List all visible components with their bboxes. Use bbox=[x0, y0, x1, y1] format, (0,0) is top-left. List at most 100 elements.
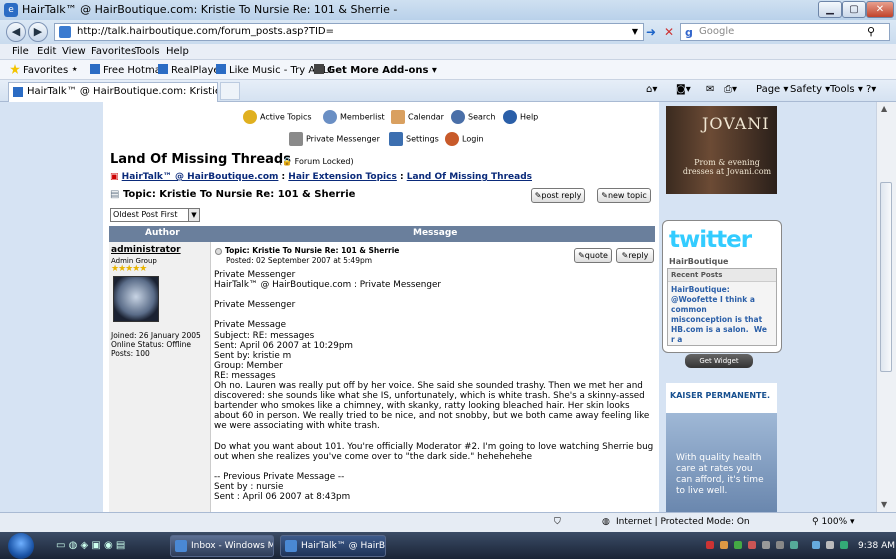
start-button[interactable] bbox=[8, 533, 34, 559]
kaiser-ad[interactable]: KAISER PERMANENTE. With quality health c… bbox=[666, 383, 777, 512]
fav-hotmail[interactable]: Free Hotmail bbox=[90, 64, 166, 76]
zoom-control[interactable]: ⚲ 100% ▾ bbox=[812, 517, 855, 527]
fav-addons[interactable]: Get More Add-ons ▾ bbox=[314, 64, 437, 76]
page-menu[interactable]: Page ▾ bbox=[756, 84, 788, 95]
taskbar-label: HairTalk™ @ HairBo... bbox=[301, 541, 386, 551]
print-icon[interactable]: ⎙▾ bbox=[724, 84, 737, 95]
forward-button[interactable]: ▶ bbox=[28, 22, 48, 42]
feeds-icon[interactable]: ◙▾ bbox=[676, 84, 691, 95]
quote-button[interactable]: ✎quote bbox=[574, 248, 612, 263]
add-favorite-icon[interactable]: ⭑ bbox=[72, 64, 77, 75]
new-topic-label: new topic bbox=[607, 191, 647, 200]
network-icon[interactable] bbox=[812, 541, 820, 549]
new-topic-button[interactable]: ✎new topic bbox=[597, 188, 651, 203]
vertical-scrollbar[interactable]: ▲ ▼ bbox=[876, 102, 896, 512]
nav-calendar[interactable]: Calendar bbox=[391, 110, 444, 124]
tweet-text[interactable]: HairBoutique: @Woofette I think a common… bbox=[671, 285, 769, 345]
help-icon bbox=[503, 110, 517, 124]
menu-file[interactable]: File bbox=[12, 46, 29, 57]
login-icon bbox=[445, 132, 459, 146]
favorites-label: Favorites bbox=[23, 65, 69, 76]
minimize-button[interactable]: ▁ bbox=[818, 1, 842, 18]
reply-label: reply bbox=[628, 251, 649, 260]
safety-menu[interactable]: Safety ▾ bbox=[790, 84, 830, 95]
scroll-up-icon[interactable]: ▲ bbox=[881, 104, 887, 113]
avatar bbox=[113, 276, 159, 322]
active-topics-icon bbox=[243, 110, 257, 124]
scroll-thumb[interactable] bbox=[880, 182, 892, 372]
scroll-down-icon[interactable]: ▼ bbox=[881, 500, 887, 509]
stop-icon[interactable]: ✕ bbox=[660, 23, 678, 41]
search-icon[interactable]: ⚲ bbox=[862, 23, 880, 41]
taskbar-windows-mail[interactable]: Inbox - Windows Mail bbox=[170, 535, 274, 557]
menu-edit[interactable]: Edit bbox=[37, 46, 56, 57]
nav-label: Memberlist bbox=[340, 112, 385, 122]
search-placeholder: Google bbox=[699, 26, 735, 37]
tab-label: HairTalk™ @ HairBoutique.com: Kristie To… bbox=[27, 86, 218, 97]
menu-favorites[interactable]: Favorites bbox=[91, 46, 136, 57]
breadcrumb-category[interactable]: Hair Extension Topics bbox=[288, 172, 397, 182]
home-icon[interactable]: ⌂▾ bbox=[646, 84, 657, 95]
tray-icon[interactable] bbox=[734, 541, 742, 549]
nav-label: Search bbox=[468, 112, 496, 122]
author-info: Joined: 26 January 2005 Online Status: O… bbox=[111, 331, 201, 358]
topic-icon: ▤ bbox=[110, 189, 120, 200]
menu-tools[interactable]: Tools bbox=[135, 46, 160, 57]
folder-icon: ▣ bbox=[110, 172, 119, 182]
go-icon[interactable]: ➜ bbox=[642, 23, 660, 41]
nav-private-messenger[interactable]: Private Messenger bbox=[289, 132, 380, 146]
quick-launch-icons[interactable]: ▭ ◍ ◈ ▣ ◉ ▤ bbox=[56, 540, 125, 551]
help-icon[interactable]: ?▾ bbox=[866, 84, 876, 95]
nav-settings[interactable]: Settings bbox=[389, 132, 439, 146]
locked-label: Forum Locked bbox=[294, 157, 351, 166]
tray-icon[interactable] bbox=[762, 541, 770, 549]
ati-tray-icon[interactable] bbox=[706, 541, 714, 549]
reply-button[interactable]: ✎reply bbox=[616, 248, 654, 263]
menu-help[interactable]: Help bbox=[166, 46, 189, 57]
search-input[interactable]: g Google bbox=[680, 23, 890, 41]
post-sort-select[interactable]: Oldest Post First ▼ bbox=[110, 208, 200, 222]
nav-label: Active Topics bbox=[260, 112, 312, 122]
breadcrumb-forum[interactable]: Land Of Missing Threads bbox=[407, 172, 532, 182]
tray-icon[interactable] bbox=[790, 541, 798, 549]
read-mail-icon[interactable]: ✉ bbox=[706, 84, 714, 95]
tray-icon[interactable] bbox=[840, 541, 848, 549]
tab-hairtalk[interactable]: HairTalk™ @ HairBoutique.com: Kristie To… bbox=[8, 82, 218, 102]
fav-realplayer[interactable]: RealPlayer bbox=[158, 64, 224, 76]
nav-search[interactable]: Search bbox=[451, 110, 495, 124]
security-icon: ⛉ bbox=[554, 517, 561, 527]
post-date: Posted: 02 September 2007 at 5:49pm bbox=[226, 256, 373, 265]
get-widget-button[interactable]: Get Widget bbox=[685, 354, 753, 368]
breadcrumb-home[interactable]: HairTalk™ @ HairBoutique.com bbox=[122, 172, 279, 182]
tools-menu[interactable]: Tools ▾ bbox=[830, 84, 863, 95]
favorites-button[interactable]: Favorites bbox=[10, 64, 68, 76]
taskbar: ▭ ◍ ◈ ▣ ◉ ▤ Inbox - Windows Mail HairTal… bbox=[0, 532, 896, 559]
menu-view[interactable]: View bbox=[62, 46, 86, 57]
author-name[interactable]: administrator bbox=[111, 245, 181, 255]
post-reply-button[interactable]: ✎post reply bbox=[531, 188, 585, 203]
nav-help[interactable]: Help bbox=[503, 110, 538, 124]
volume-icon[interactable] bbox=[826, 541, 834, 549]
kaiser-brand: KAISER PERMANENTE. bbox=[670, 391, 770, 400]
jovani-ad[interactable]: JOVANI Prom & evening dresses at Jovani.… bbox=[666, 106, 777, 194]
new-tab-button[interactable] bbox=[220, 82, 240, 100]
clock[interactable]: 9:38 AM bbox=[858, 541, 895, 551]
tray-icon[interactable] bbox=[720, 541, 728, 549]
forum-title: Land Of Missing Threads bbox=[110, 152, 291, 167]
taskbar-hairtalk[interactable]: HairTalk™ @ HairBo... bbox=[280, 535, 386, 557]
back-button[interactable]: ◀ bbox=[6, 22, 26, 42]
address-input[interactable]: http://talk.hairboutique.com/forum_posts… bbox=[54, 23, 644, 41]
page-icon bbox=[158, 64, 168, 74]
maximize-button[interactable]: ▢ bbox=[842, 1, 866, 18]
ie-icon: e bbox=[4, 3, 18, 17]
post-icon bbox=[215, 248, 222, 255]
jovani-text: Prom & evening dresses at Jovani.com bbox=[682, 158, 772, 176]
tray-icon[interactable] bbox=[776, 541, 784, 549]
nav-login[interactable]: Login bbox=[445, 132, 484, 146]
recent-posts-header: Recent Posts bbox=[668, 269, 776, 282]
close-button[interactable]: ✕ bbox=[866, 1, 894, 18]
online-status: Online Status: Offline bbox=[111, 340, 191, 349]
nav-active-topics[interactable]: Active Topics bbox=[243, 110, 312, 124]
tray-icon[interactable] bbox=[748, 541, 756, 549]
nav-memberlist[interactable]: Memberlist bbox=[323, 110, 385, 124]
